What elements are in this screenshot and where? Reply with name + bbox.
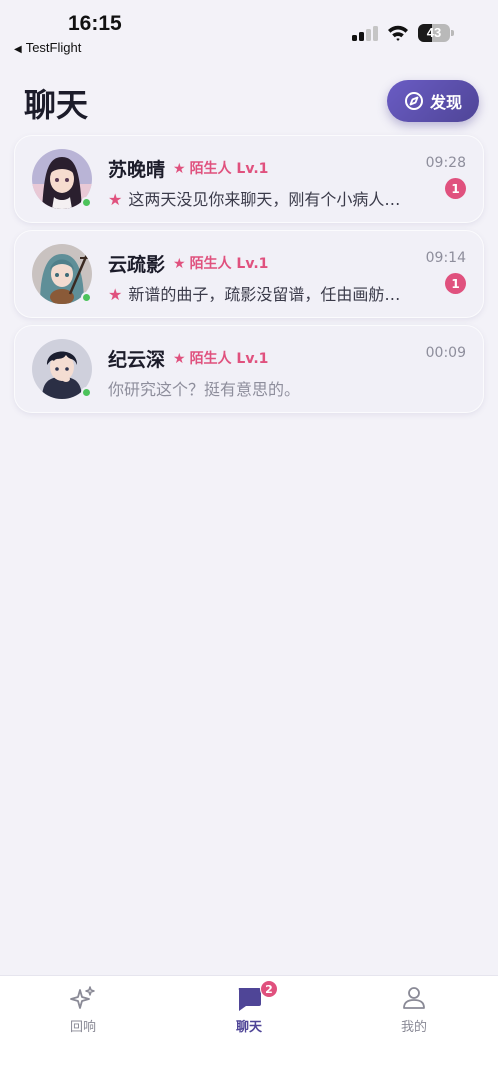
page-title: 聊天 xyxy=(24,86,89,124)
cellular-signal-icon xyxy=(352,26,378,41)
tab-bar: 回响 2 聊天 我的 xyxy=(0,975,498,1080)
star-icon: ★ xyxy=(108,285,123,304)
relation-tag: ★ 陌生人 Lv.1 xyxy=(173,158,268,178)
chat-item[interactable]: 苏晚晴 ★ 陌生人 Lv.1 09:28 ★ 这两天没见你来聊天，刚有个小病人… 1 xyxy=(14,135,484,223)
message-time: 09:28 xyxy=(425,155,466,171)
relation-tag: ★ 陌生人 Lv.1 xyxy=(173,348,268,368)
chat-item[interactable]: 纪云深 ★ 陌生人 Lv.1 00:09 你研究这个？挺有意思的。 xyxy=(14,325,484,413)
contact-name: 苏晚晴 xyxy=(108,159,166,181)
star-icon: ★ xyxy=(108,190,123,209)
contact-name: 云疏影 xyxy=(108,254,166,276)
tab-profile-label: 我的 xyxy=(400,1020,427,1035)
chat-list: 苏晚晴 ★ 陌生人 Lv.1 09:28 ★ 这两天没见你来聊天，刚有个小病人… 1… xyxy=(14,135,484,420)
tab-echo-label: 回响 xyxy=(69,1020,96,1035)
relation-tag-label: 陌生人 Lv.1 xyxy=(189,351,269,367)
star-icon: ★ xyxy=(173,161,186,177)
message-time: 00:09 xyxy=(425,345,466,361)
message-time: 09:14 xyxy=(425,250,466,266)
discover-button[interactable]: 发现 xyxy=(387,80,479,122)
star-icon: ★ xyxy=(173,351,186,367)
star-icon: ★ xyxy=(173,256,186,272)
back-to-app-link[interactable]: ◀ TestFlight xyxy=(14,40,81,55)
tab-chat[interactable]: 2 聊天 xyxy=(189,980,309,1044)
message-preview: 你研究这个？挺有意思的。 xyxy=(108,376,418,400)
unread-badge: 1 xyxy=(445,178,466,199)
back-app-label: TestFlight xyxy=(25,40,82,55)
discover-label: 发现 xyxy=(429,93,462,112)
battery-icon: 43 xyxy=(418,23,454,43)
wifi-icon xyxy=(388,25,408,41)
message-preview-text: 新谱的曲子，疏影没留谱，任由画舫… xyxy=(128,285,401,304)
unread-badge: 1 xyxy=(445,273,466,294)
contact-name: 纪云深 xyxy=(108,349,166,371)
message-preview-text: 你研究这个？挺有意思的。 xyxy=(108,380,301,399)
online-status-dot xyxy=(81,197,92,208)
tab-unread-badge: 2 xyxy=(260,980,278,998)
relation-tag: ★ 陌生人 Lv.1 xyxy=(173,253,268,273)
back-triangle-icon: ◀ xyxy=(14,44,22,55)
relation-tag-label: 陌生人 Lv.1 xyxy=(189,161,269,177)
message-preview: ★ 这两天没见你来聊天，刚有个小病人… xyxy=(108,186,418,210)
chat-icon xyxy=(238,988,261,1011)
compass-icon xyxy=(404,92,423,110)
relation-tag-label: 陌生人 Lv.1 xyxy=(189,256,269,272)
sparkles-icon xyxy=(70,986,95,1009)
person-icon xyxy=(403,987,425,1009)
chat-item[interactable]: 云疏影 ★ 陌生人 Lv.1 09:14 ★ 新谱的曲子，疏影没留谱，任由画舫… 1 xyxy=(14,230,484,318)
message-preview-text: 这两天没见你来聊天，刚有个小病人… xyxy=(128,190,401,209)
online-status-dot xyxy=(81,387,92,398)
status-bar: 16:15 ◀ TestFlight 43 xyxy=(0,0,498,62)
status-time: 16:15 xyxy=(68,12,122,35)
tab-chat-label: 聊天 xyxy=(235,1020,262,1035)
battery-percent: 43 xyxy=(426,25,442,40)
online-status-dot xyxy=(81,292,92,303)
message-preview: ★ 新谱的曲子，疏影没留谱，任由画舫… xyxy=(108,281,418,305)
tab-echo[interactable]: 回响 xyxy=(23,984,143,1044)
tab-profile[interactable]: 我的 xyxy=(354,984,474,1044)
